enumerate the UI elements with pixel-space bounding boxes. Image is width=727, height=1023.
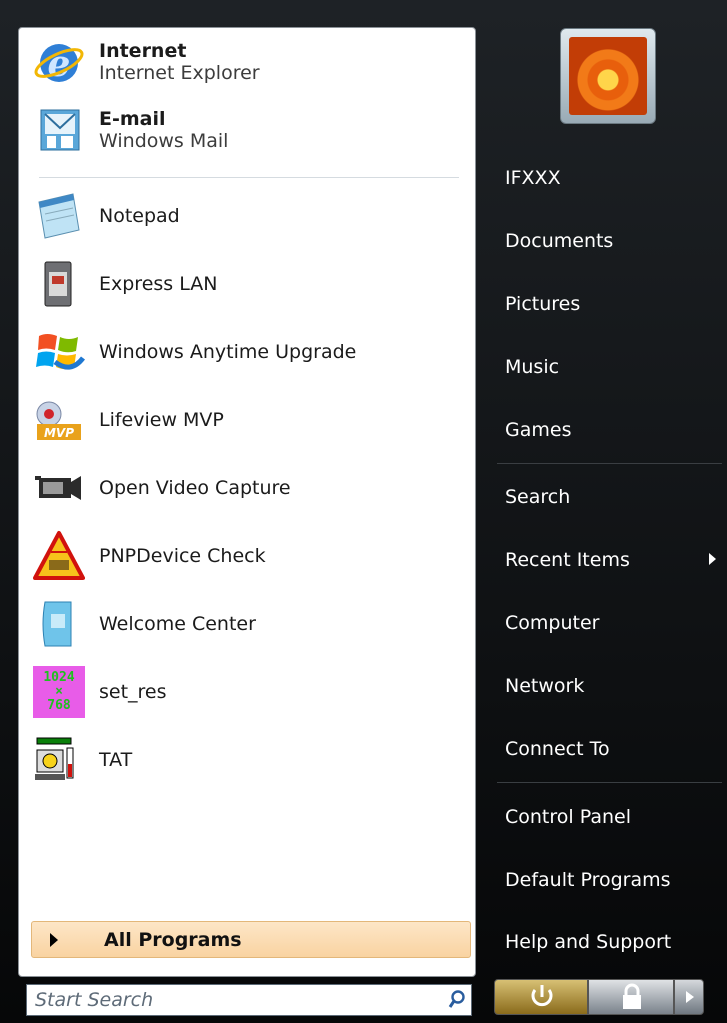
start-menu: e Internet Internet Explorer E-mail Window… xyxy=(0,0,727,1023)
lock-icon xyxy=(623,983,641,1009)
user-picture[interactable] xyxy=(560,28,656,124)
power-button[interactable] xyxy=(494,979,588,1015)
right-separator xyxy=(497,463,722,464)
link-label: Computer xyxy=(505,612,600,634)
games-link[interactable]: Games xyxy=(505,408,710,452)
program-item-lifeview-mvp[interactable]: MVP Lifeview MVP xyxy=(33,391,463,449)
link-label: Games xyxy=(505,419,572,441)
lock-button[interactable] xyxy=(588,979,674,1015)
program-label: set_res xyxy=(99,681,167,703)
computer-link[interactable]: Computer xyxy=(505,601,710,645)
set-res-line2: × xyxy=(55,684,63,699)
tat-icon xyxy=(33,734,85,786)
program-item-pnpdevice-check[interactable]: PNPDevice Check xyxy=(33,527,463,585)
pinned-subtitle: Windows Mail xyxy=(99,130,229,152)
link-label: Control Panel xyxy=(505,806,631,828)
program-label: TAT xyxy=(99,749,133,771)
express-lan-icon xyxy=(33,258,85,310)
program-label: Express LAN xyxy=(99,273,218,295)
link-label: Help and Support xyxy=(505,931,672,953)
user-folder-link[interactable]: IFXXX xyxy=(505,156,710,200)
search-link[interactable]: Search xyxy=(505,475,710,519)
link-label: Search xyxy=(505,486,571,508)
program-item-tat[interactable]: TAT xyxy=(33,731,463,789)
documents-link[interactable]: Documents xyxy=(505,219,710,263)
program-label: Windows Anytime Upgrade xyxy=(99,341,357,363)
connect-to-link[interactable]: Connect To xyxy=(505,727,710,771)
link-label: Music xyxy=(505,356,560,378)
program-label: Lifeview MVP xyxy=(99,409,224,431)
program-label: Welcome Center xyxy=(99,613,256,635)
link-label: Connect To xyxy=(505,738,610,760)
user-name-label: IFXXX xyxy=(505,167,561,189)
pinned-item-internet[interactable]: e Internet Internet Explorer xyxy=(33,33,463,91)
program-item-welcome-center[interactable]: Welcome Center xyxy=(33,595,463,653)
pinned-subtitle: Internet Explorer xyxy=(99,62,260,84)
right-separator xyxy=(497,782,722,783)
link-label: Default Programs xyxy=(505,869,671,891)
set-res-line3: 768 xyxy=(47,698,71,713)
submenu-arrow-icon xyxy=(709,553,716,565)
pictures-link[interactable]: Pictures xyxy=(505,282,710,326)
pinned-item-email[interactable]: E-mail Windows Mail xyxy=(33,101,463,159)
pinned-title: E-mail xyxy=(99,108,166,130)
notepad-icon xyxy=(33,190,85,242)
program-item-windows-anytime-upgrade[interactable]: Windows Anytime Upgrade xyxy=(33,323,463,381)
link-label: Network xyxy=(505,675,585,697)
power-icon xyxy=(531,985,553,1007)
magnifier-icon[interactable] xyxy=(443,990,471,1010)
lifeview-mvp-icon: MVP xyxy=(33,394,85,446)
video-camera-icon xyxy=(33,462,85,514)
pinned-title: Internet xyxy=(99,40,187,62)
link-label: Pictures xyxy=(505,293,581,315)
default-programs-link[interactable]: Default Programs xyxy=(505,858,710,902)
link-label: Recent Items xyxy=(505,549,630,571)
network-link[interactable]: Network xyxy=(505,664,710,708)
program-item-express-lan[interactable]: Express LAN xyxy=(33,255,463,313)
start-search-input[interactable] xyxy=(27,988,443,1012)
triangle-right-icon xyxy=(50,932,58,947)
all-programs-label: All Programs xyxy=(104,928,242,951)
program-item-set-res[interactable]: 1024 × 768 set_res xyxy=(33,663,463,721)
arrow-right-icon xyxy=(686,991,694,1003)
program-item-open-video-capture[interactable]: Open Video Capture xyxy=(33,459,463,517)
programs-pane: e Internet Internet Explorer E-mail Window… xyxy=(18,27,476,977)
windows-logo-icon xyxy=(33,326,85,378)
power-controls xyxy=(494,979,716,1017)
program-item-notepad[interactable]: Notepad xyxy=(33,187,463,245)
svg-text:MVP: MVP xyxy=(44,426,74,440)
welcome-center-icon xyxy=(33,598,85,650)
start-search-box[interactable] xyxy=(26,984,472,1016)
program-label: PNPDevice Check xyxy=(99,545,266,567)
internet-explorer-icon: e xyxy=(33,36,85,88)
windows-mail-icon xyxy=(33,104,85,156)
music-link[interactable]: Music xyxy=(505,345,710,389)
warning-triangle-icon xyxy=(33,530,85,582)
control-panel-link[interactable]: Control Panel xyxy=(505,795,710,839)
program-label: Notepad xyxy=(99,205,180,227)
help-and-support-link[interactable]: Help and Support xyxy=(505,920,710,964)
set-res-line1: 1024 xyxy=(43,670,75,685)
pinned-separator xyxy=(39,177,459,178)
flower-picture xyxy=(569,37,647,115)
program-label: Open Video Capture xyxy=(99,477,291,499)
shutdown-options-button[interactable] xyxy=(674,979,704,1015)
all-programs-button[interactable]: All Programs xyxy=(31,921,471,958)
link-label: Documents xyxy=(505,230,614,252)
recent-items-link[interactable]: Recent Items xyxy=(505,538,716,582)
set-res-icon: 1024 × 768 xyxy=(33,666,85,718)
